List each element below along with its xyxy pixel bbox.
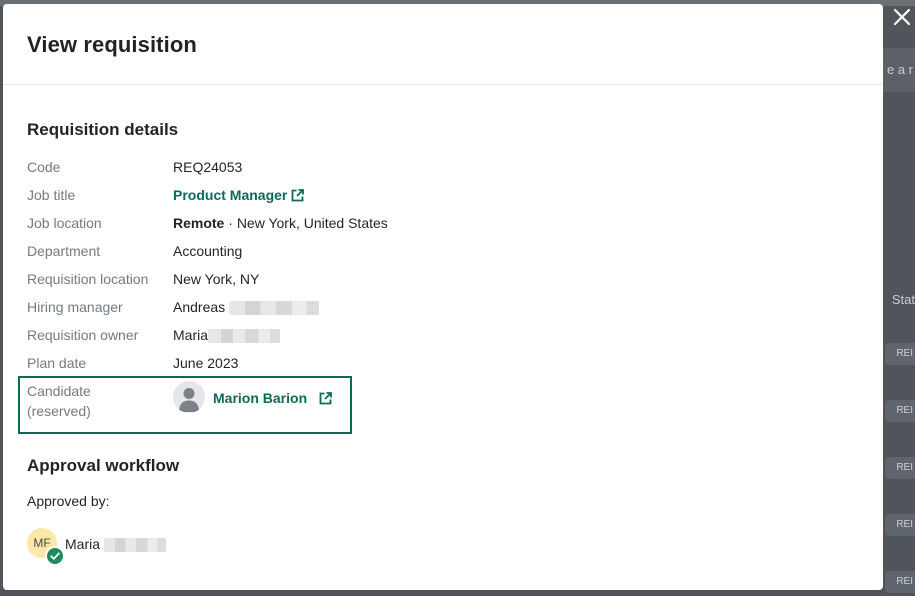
check-circle-icon <box>50 552 60 560</box>
approver-first-name: Maria <box>65 536 101 552</box>
job-title-label: Job title <box>27 187 76 203</box>
candidate-label: Candidate (reserved) <box>27 381 91 421</box>
approval-workflow-title: Approval workflow <box>27 456 180 475</box>
department-value: Accounting <box>173 243 243 259</box>
hiring-manager-value: Andreas <box>173 297 320 317</box>
department-label: Department <box>27 243 101 259</box>
job-location-place: New York, United States <box>236 215 388 231</box>
candidate-name[interactable]: Marion Barion <box>213 390 307 406</box>
candidate-label-line1: Candidate <box>27 383 91 399</box>
backdrop-status-header: Stat <box>891 292 915 307</box>
requisition-owner-name: Maria <box>173 327 209 343</box>
job-title-link[interactable]: Product Manager <box>173 185 305 205</box>
hiring-manager-label: Hiring manager <box>27 299 123 315</box>
requisition-location-value: New York, NY <box>173 271 260 287</box>
approver-name: Maria <box>65 534 166 554</box>
code-value: REQ24053 <box>173 159 243 175</box>
close-button[interactable] <box>889 4 915 30</box>
job-location-type: Remote <box>173 215 225 231</box>
hiring-manager-name: Andreas <box>173 299 226 315</box>
job-title-value[interactable]: Product Manager <box>173 187 287 203</box>
job-location-value: Remote · New York, United States <box>173 213 388 233</box>
backdrop-pill: REI <box>885 514 915 536</box>
candidate-avatar <box>173 381 205 413</box>
approved-badge <box>45 546 65 566</box>
code-label: Code <box>27 159 61 175</box>
backdrop-pill: REI <box>885 400 915 422</box>
candidate-link[interactable]: Marion Barion <box>213 388 332 408</box>
requisition-details-title: Requisition details <box>27 120 179 139</box>
redacted-surname <box>229 301 320 316</box>
approved-by-label: Approved by: <box>27 493 110 509</box>
candidate-label-line2: (reserved) <box>27 403 91 419</box>
redacted-surname <box>208 329 281 344</box>
user-silhouette-icon <box>179 388 199 412</box>
external-link-icon[interactable] <box>291 189 305 202</box>
requisition-location-label: Requisition location <box>27 271 149 287</box>
job-location-separator: · <box>224 215 237 231</box>
redacted-surname <box>103 538 166 553</box>
close-icon <box>893 8 911 26</box>
backdrop-pill: REI <box>885 457 915 479</box>
plan-date-value: June 2023 <box>173 355 239 371</box>
requisition-owner-label: Requisition owner <box>27 327 139 343</box>
backdrop-text: e a r <box>886 62 913 77</box>
external-link-icon[interactable] <box>319 392 332 405</box>
modal-title: View requisition <box>27 32 197 57</box>
backdrop-pill: REI <box>885 571 915 593</box>
requisition-owner-value: Maria <box>173 325 281 345</box>
backdrop-pill: REI <box>885 343 915 365</box>
requisition-modal: View requisition Requisition details Cod… <box>3 4 883 590</box>
modal-header: View requisition <box>3 4 883 85</box>
plan-date-label: Plan date <box>27 355 87 371</box>
job-location-label: Job location <box>27 215 102 231</box>
